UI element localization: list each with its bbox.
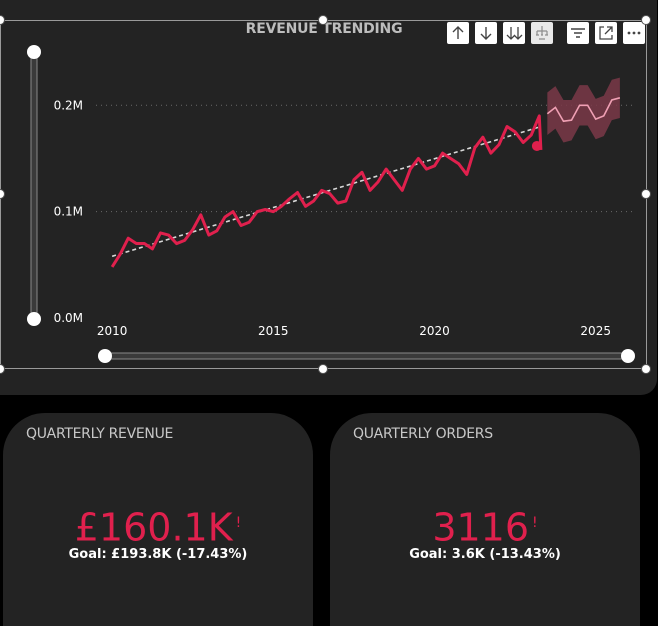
status-indicator-icon: !: [235, 515, 242, 531]
x-slider-right-handle[interactable]: [621, 349, 635, 363]
filter-icon: [571, 28, 585, 38]
y-tick-label: 0.2M: [54, 98, 83, 112]
kpi-value-text: 3116: [432, 505, 530, 550]
resize-handle-top[interactable]: [318, 15, 328, 25]
resize-handle-bottom-right[interactable]: [641, 364, 651, 374]
x-tick-label: 2010: [97, 324, 128, 338]
resize-handle-bottom[interactable]: [318, 364, 328, 374]
x-tick-label: 2020: [419, 324, 450, 338]
revenue-line-chart[interactable]: 0.0M 0.1M 0.2M 2010 2015 2020 2025: [0, 0, 657, 395]
drill-down-arrow-icon: [480, 27, 492, 40]
drill-down-button[interactable]: [475, 22, 497, 44]
more-options-icon: [627, 31, 641, 35]
kpi-value: 3116!: [330, 501, 640, 550]
focus-mode-button[interactable]: [595, 22, 617, 44]
quarterly-orders-card[interactable]: QUARTERLY ORDERS 3116! Goal: 3.6K (-13.4…: [330, 413, 640, 626]
more-options-button[interactable]: [623, 22, 645, 44]
expand-hierarchy-button[interactable]: [531, 22, 553, 44]
focus-mode-icon: [599, 26, 613, 40]
last-data-point-marker[interactable]: [531, 140, 542, 151]
status-indicator-icon: !: [532, 515, 538, 531]
x-tick-label: 2015: [258, 324, 289, 338]
revenue-series-line[interactable]: [110, 114, 543, 268]
resize-handle-right[interactable]: [641, 189, 651, 199]
x-slider-left-handle[interactable]: [98, 349, 112, 363]
resize-handle-top-right[interactable]: [641, 15, 651, 25]
kpi-title: QUARTERLY REVENUE: [26, 426, 174, 442]
kpi-value-text: £160.1K: [74, 505, 233, 550]
y-slider-bottom-handle[interactable]: [27, 312, 41, 326]
y-slider-top-handle[interactable]: [27, 45, 41, 59]
x-axis-zoom-slider[interactable]: [96, 346, 641, 366]
quarterly-revenue-card[interactable]: QUARTERLY REVENUE £160.1K! Goal: £193.8K…: [3, 413, 313, 626]
expand-hierarchy-icon: [536, 26, 548, 40]
expand-all-levels-icon: [506, 27, 523, 40]
kpi-goal: Goal: 3.6K (-13.43%): [409, 547, 561, 562]
forecast-confidence-band: [547, 77, 620, 143]
drill-up-arrow-icon: [452, 26, 464, 39]
expand-all-levels-button[interactable]: [503, 22, 525, 44]
revenue-trending-visual[interactable]: REVENUE TRENDING 0.0M 0.1M 0.2M 2010 2015 202…: [0, 0, 657, 395]
x-tick-label: 2025: [580, 324, 611, 338]
y-axis-zoom-slider[interactable]: [24, 43, 44, 328]
drill-up-button[interactable]: [447, 22, 469, 44]
kpi-value: £160.1K!: [3, 501, 313, 550]
kpi-title: QUARTERLY ORDERS: [353, 426, 493, 442]
y-tick-label: 0.1M: [54, 205, 83, 219]
kpi-goal: Goal: £193.8K (-17.43%): [68, 547, 248, 562]
y-tick-label: 0.0M: [54, 311, 83, 325]
filter-button[interactable]: [567, 22, 589, 44]
